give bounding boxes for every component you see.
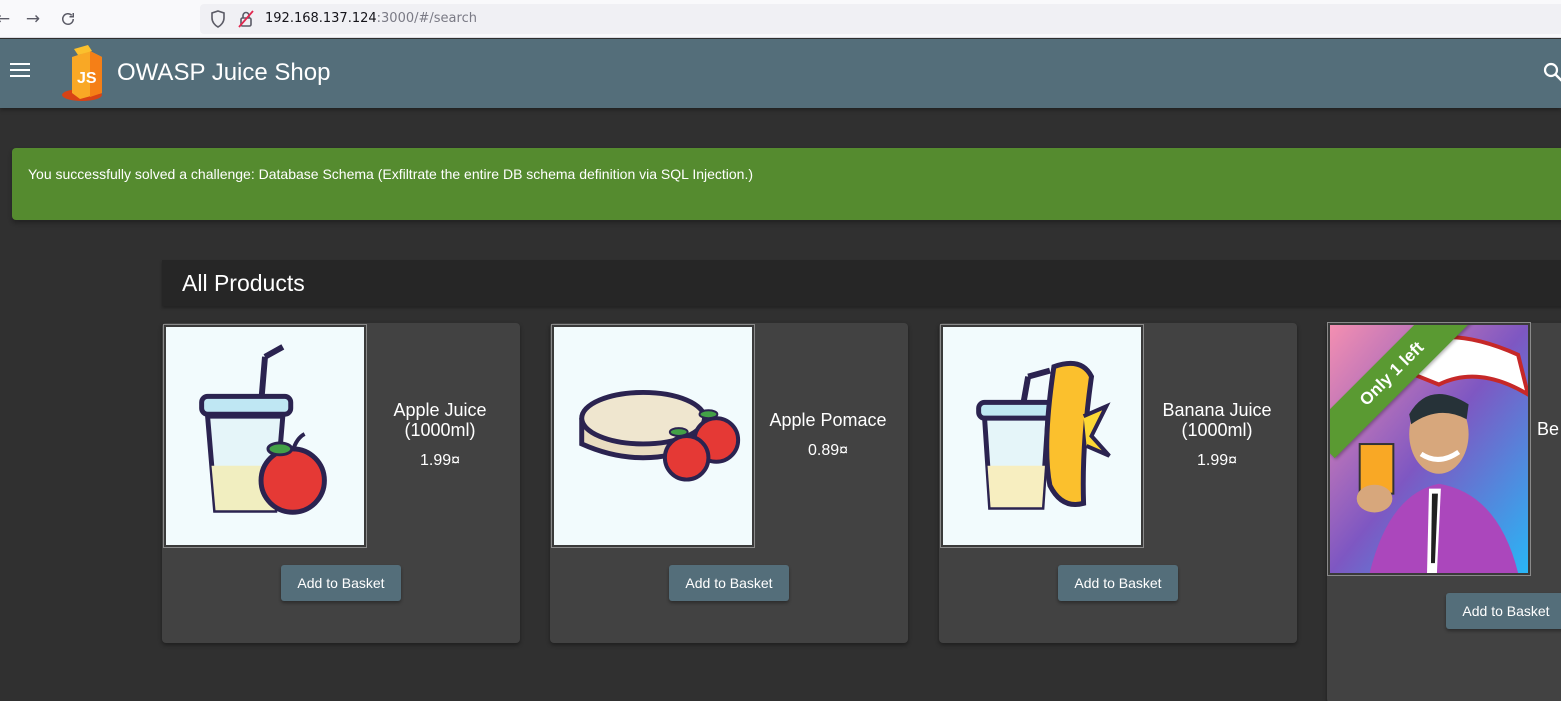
product-info: Banana Juice (1000ml) 1.99¤: [1157, 323, 1277, 547]
svg-text:JS: JS: [77, 70, 97, 87]
address-bar[interactable]: 192.168.137.124:3000/#/search: [200, 4, 1561, 34]
product-price: 1.99¤: [419, 452, 461, 469]
menu-icon[interactable]: [10, 63, 30, 83]
app-toolbar: JS OWASP Juice Shop: [0, 39, 1561, 108]
reload-icon[interactable]: [57, 8, 79, 30]
product-card-partial[interactable]: Only 1 left Be Add to Basket: [1327, 322, 1561, 701]
product-info: Apple Juice (1000ml) 1.99¤: [380, 323, 500, 547]
url-text[interactable]: 192.168.137.124:3000/#/search: [265, 11, 477, 26]
app-title[interactable]: OWASP Juice Shop: [117, 59, 330, 87]
product-name[interactable]: Apple Pomace: [769, 410, 886, 430]
add-to-basket-button[interactable]: Add to Basket: [1058, 565, 1178, 601]
banana-juice-image[interactable]: [940, 324, 1144, 548]
product-price: 1.99¤: [1196, 452, 1238, 469]
juice-shop-logo-icon[interactable]: JS: [60, 43, 112, 103]
product-card-apple-pomace[interactable]: Apple Pomace 0.89¤ Add to Basket: [550, 323, 908, 643]
products-header: All Products: [162, 260, 1561, 306]
url-host: 192.168.137.124: [265, 11, 377, 26]
add-to-basket-button[interactable]: Add to Basket: [1446, 593, 1561, 629]
product-info: Apple Pomace 0.89¤: [768, 323, 888, 547]
product-name[interactable]: Banana Juice (1000ml): [1157, 400, 1277, 440]
back-arrow-icon[interactable]: ←: [0, 8, 14, 30]
product-card-apple-juice[interactable]: Apple Juice (1000ml) 1.99¤ Add to Basket: [162, 323, 520, 643]
juice-salesman-image[interactable]: Only 1 left: [1327, 322, 1531, 576]
product-name[interactable]: Be: [1537, 419, 1559, 440]
apple-pomace-image[interactable]: [551, 324, 755, 548]
product-name[interactable]: Apple Juice (1000ml): [380, 400, 500, 440]
insecure-lock-icon[interactable]: [238, 10, 254, 28]
add-to-basket-button[interactable]: Add to Basket: [669, 565, 789, 601]
product-card-banana-juice[interactable]: Banana Juice (1000ml) 1.99¤ Add to Baske…: [939, 323, 1297, 643]
challenge-solved-notification: You successfully solved a challenge: Dat…: [12, 148, 1561, 220]
url-path: :3000/#/search: [376, 11, 477, 26]
section-title: All Products: [182, 270, 305, 296]
notification-text: You successfully solved a challenge: Dat…: [28, 166, 754, 182]
search-icon[interactable]: [1542, 61, 1561, 83]
add-to-basket-button[interactable]: Add to Basket: [281, 565, 401, 601]
tracking-shield-icon[interactable]: [210, 10, 226, 28]
forward-arrow-icon[interactable]: →: [22, 8, 44, 30]
apple-juice-image[interactable]: [163, 324, 367, 548]
browser-toolbar: ← → 192.168.137.124:3000/#/search: [0, 0, 1561, 38]
product-price: 0.89¤: [807, 442, 849, 459]
